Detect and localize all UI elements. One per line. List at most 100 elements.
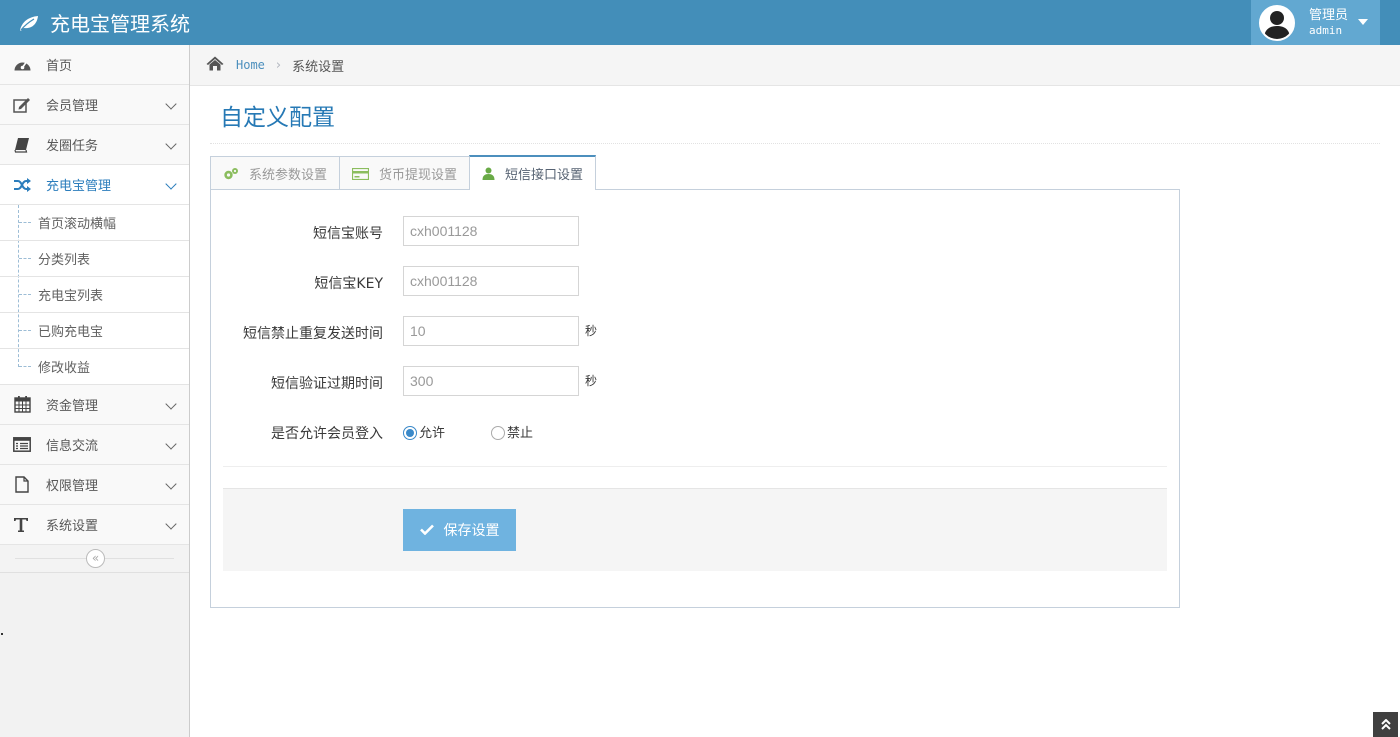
random-icon xyxy=(12,176,32,194)
sidebar: 首页 会员管理 发圈任务 充电宝管理 首页滚动横幅 分类列表 充电宝列表 已购充… xyxy=(0,45,190,737)
submenu-item-label: 分类列表 xyxy=(38,253,91,268)
sidebar-item-tasks[interactable]: 发圈任务 xyxy=(0,125,189,165)
chevron-down-icon xyxy=(165,438,177,450)
calendar-icon xyxy=(12,396,32,414)
tab-system-params[interactable]: 系统参数设置 xyxy=(210,156,341,190)
form-row-expire: 短信验证过期时间 300 秒 xyxy=(211,366,1171,396)
chevron-down-icon xyxy=(165,478,177,490)
form-divider xyxy=(223,466,1167,467)
key-label: 短信宝KEY xyxy=(314,276,383,292)
dashboard-icon xyxy=(12,56,32,74)
resend-label: 短信禁止重复发送时间 xyxy=(243,326,383,342)
sidebar-item-label: 系统设置 xyxy=(46,519,99,534)
scroll-top-button[interactable] xyxy=(1373,712,1398,737)
submenu-item-powerbank-list[interactable]: 充电宝列表 xyxy=(0,277,189,313)
chevron-right-icon: › xyxy=(275,57,282,73)
submenu-item-purchased[interactable]: 已购充电宝 xyxy=(0,313,189,349)
form-row-login: 是否允许会员登入 允许 禁止 xyxy=(211,416,1171,446)
caret-down-icon xyxy=(1358,19,1368,25)
chevron-down-icon xyxy=(165,138,177,150)
leaf-icon xyxy=(20,15,38,31)
file-icon xyxy=(12,476,32,494)
tab-label: 系统参数设置 xyxy=(249,168,328,183)
expire-unit: 秒 xyxy=(585,374,598,388)
check-icon xyxy=(419,522,434,538)
edit-icon xyxy=(12,96,32,114)
breadcrumb: Home › 系统设置 xyxy=(190,45,1400,86)
account-label: 短信宝账号 xyxy=(313,226,383,242)
submenu-item-label: 修改收益 xyxy=(38,361,91,376)
sidebar-item-label: 信息交流 xyxy=(46,439,99,454)
top-navbar: 充电宝管理系统 管理员 admin xyxy=(0,0,1400,45)
login-radio-group: 允许 禁止 xyxy=(403,422,549,441)
double-up-icon xyxy=(1380,719,1391,730)
sidebar-item-home[interactable]: 首页 xyxy=(0,45,189,85)
radio-deny-label: 禁止 xyxy=(507,426,534,441)
text-width-icon xyxy=(12,516,32,534)
radio-allow[interactable]: 允许 xyxy=(403,422,445,441)
user-name: admin xyxy=(1309,23,1343,37)
user-icon xyxy=(482,167,495,180)
chevron-down-icon xyxy=(165,178,177,190)
chevron-down-icon xyxy=(165,98,177,110)
form-row-account: 短信宝账号 cxh001128 xyxy=(211,216,1171,246)
sidebar-item-label: 发圈任务 xyxy=(46,139,99,154)
submenu-item-categories[interactable]: 分类列表 xyxy=(0,241,189,277)
book-icon xyxy=(12,136,32,154)
save-button-label: 保存设置 xyxy=(443,522,500,538)
sidebar-item-label: 资金管理 xyxy=(46,399,99,414)
avatar xyxy=(1259,4,1295,41)
sidebar-item-members[interactable]: 会员管理 xyxy=(0,85,189,125)
chevron-down-icon xyxy=(165,518,177,530)
sidebar-item-messages[interactable]: 信息交流 xyxy=(0,425,189,465)
radio-deny-button[interactable] xyxy=(491,426,506,440)
submenu-item-label: 首页滚动横幅 xyxy=(38,217,117,232)
expire-input[interactable]: 300 xyxy=(403,366,579,396)
account-input[interactable]: cxh001128 xyxy=(403,216,579,246)
sidebar-item-label: 会员管理 xyxy=(46,99,99,114)
credit-card-icon xyxy=(352,167,370,180)
sidebar-item-powerbank[interactable]: 充电宝管理 xyxy=(0,165,189,205)
tab-sms-interface[interactable]: 短信接口设置 xyxy=(469,155,597,190)
submenu-item-label: 已购充电宝 xyxy=(38,325,104,340)
submenu-item-banner[interactable]: 首页滚动横幅 xyxy=(0,205,189,241)
breadcrumb-current: 系统设置 xyxy=(292,59,345,75)
save-button[interactable]: 保存设置 xyxy=(403,509,516,551)
login-label: 是否允许会员登入 xyxy=(271,426,383,442)
tab-panel-sms: 短信宝账号 cxh001128 短信宝KEY cxh001128 短信禁止重复发… xyxy=(210,189,1180,608)
list-alt-icon xyxy=(12,436,32,454)
submenu-item-label: 充电宝列表 xyxy=(38,289,104,304)
form-row-key: 短信宝KEY cxh001128 xyxy=(211,266,1171,296)
double-left-icon[interactable]: « xyxy=(86,549,105,568)
home-icon[interactable] xyxy=(206,56,224,75)
sidebar-collapse-bar: « xyxy=(0,545,189,573)
page-title: 自定义配置 xyxy=(220,105,335,131)
form-row-resend: 短信禁止重复发送时间 10 秒 xyxy=(211,316,1171,346)
page-title-divider xyxy=(210,143,1380,144)
sidebar-item-label: 首页 xyxy=(46,59,73,74)
resend-input[interactable]: 10 xyxy=(403,316,579,346)
stray-dot xyxy=(1,633,3,635)
key-input[interactable]: cxh001128 xyxy=(403,266,579,296)
form-actions: 保存设置 xyxy=(223,488,1167,571)
app-title: 充电宝管理系统 xyxy=(50,12,190,36)
tab-withdrawal[interactable]: 货币提现设置 xyxy=(339,156,471,190)
sidebar-item-permissions[interactable]: 权限管理 xyxy=(0,465,189,505)
submenu-powerbank: 首页滚动横幅 分类列表 充电宝列表 已购充电宝 修改收益 xyxy=(0,205,189,385)
sidebar-item-settings[interactable]: 系统设置 xyxy=(0,505,189,545)
chevron-down-icon xyxy=(165,398,177,410)
user-menu[interactable]: 管理员 admin xyxy=(1251,0,1380,45)
radio-allow-label: 允许 xyxy=(419,426,446,441)
sidebar-item-label: 权限管理 xyxy=(46,479,99,494)
radio-allow-button[interactable] xyxy=(403,426,417,440)
user-role: 管理员 xyxy=(1309,7,1349,23)
expire-label: 短信验证过期时间 xyxy=(271,376,383,392)
settings-tabs: 系统参数设置 货币提现设置 短信接口设置 xyxy=(210,155,597,190)
brand[interactable]: 充电宝管理系统 xyxy=(18,0,190,45)
submenu-item-edit-earnings[interactable]: 修改收益 xyxy=(0,349,189,385)
sidebar-item-funds[interactable]: 资金管理 xyxy=(0,385,189,425)
tab-label: 短信接口设置 xyxy=(505,168,584,183)
cogs-icon xyxy=(223,167,239,181)
radio-deny[interactable]: 禁止 xyxy=(491,422,533,441)
breadcrumb-home-link[interactable]: Home xyxy=(236,58,265,72)
